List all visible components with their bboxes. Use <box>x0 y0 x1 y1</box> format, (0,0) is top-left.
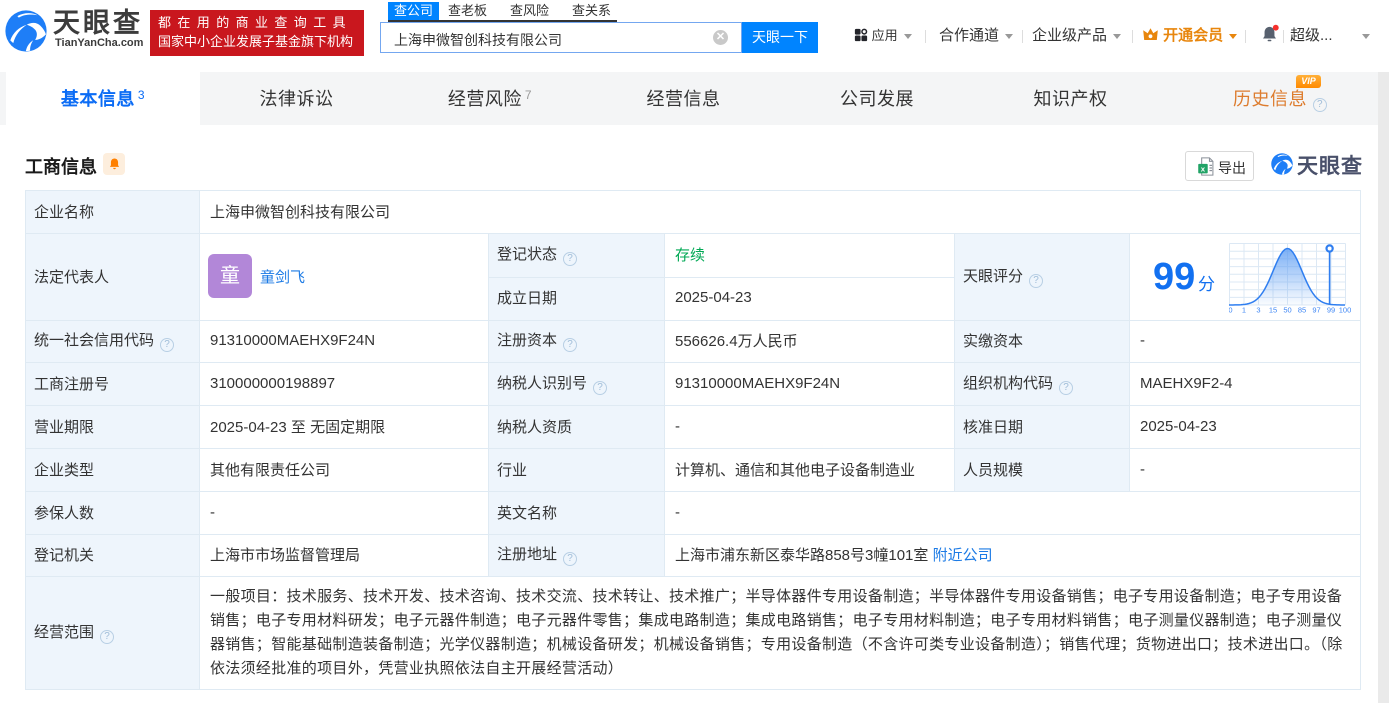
svg-text:3: 3 <box>1256 306 1260 314</box>
svg-text:0: 0 <box>1229 306 1233 314</box>
svg-text:50: 50 <box>1283 306 1291 314</box>
svg-text:100: 100 <box>1339 306 1352 314</box>
svg-text:97: 97 <box>1312 306 1320 314</box>
svg-text:85: 85 <box>1298 306 1306 314</box>
svg-text:15: 15 <box>1269 306 1277 314</box>
svg-text:x: x <box>1201 164 1206 173</box>
svg-text:99: 99 <box>1327 306 1335 314</box>
svg-text:1: 1 <box>1242 306 1246 314</box>
